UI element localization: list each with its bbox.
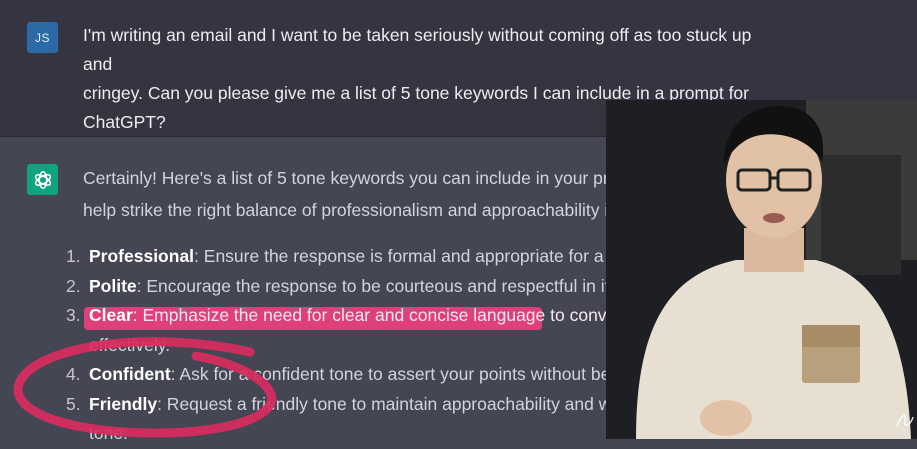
user-message-line: I'm writing an email and I want to be ta… (83, 25, 752, 74)
list-keyword: Confident (89, 364, 171, 384)
presenter-image (606, 100, 917, 439)
list-description: : Ensure the response is formal and appr… (194, 246, 637, 266)
list-number: 4. (66, 364, 81, 384)
list-number: 3. (66, 305, 81, 325)
list-description: : Encourage the response to be courteous… (136, 275, 638, 296)
list-number: 2. (66, 275, 81, 296)
list-description: : Emphasize the need for clear and conci… (132, 305, 635, 325)
list-keyword: Friendly (89, 393, 158, 414)
list-keyword: Clear (89, 305, 133, 325)
openai-logo-icon (27, 164, 58, 195)
user-avatar: JS (27, 22, 58, 53)
list-number: 1. (66, 246, 81, 266)
presenter-video (606, 100, 917, 439)
list-keyword: Professional (89, 246, 195, 266)
list-description: : Ask for a confident tone to assert you… (170, 364, 634, 384)
list-description: : Request a friendly tone to maintain ap… (157, 393, 633, 414)
list-keyword: Polite (89, 275, 137, 296)
creator-signature-watermark (893, 405, 917, 435)
list-number: 5. (66, 393, 81, 414)
